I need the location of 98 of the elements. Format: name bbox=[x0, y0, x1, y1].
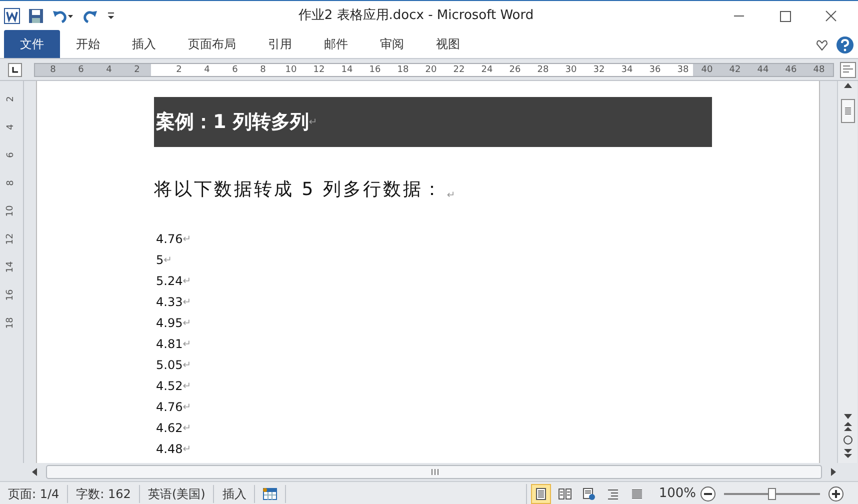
zoom-in-icon[interactable] bbox=[828, 486, 844, 502]
ruler-number: 36 bbox=[648, 64, 662, 76]
ruler-number: 20 bbox=[424, 64, 438, 76]
ruler-number: 46 bbox=[784, 64, 798, 76]
redo-icon[interactable] bbox=[82, 8, 98, 24]
data-value: 4.76 bbox=[156, 231, 183, 248]
ruler-number: 12 bbox=[312, 64, 326, 76]
ribbon-tab[interactable]: 开始 bbox=[60, 30, 116, 58]
scroll-down-icon[interactable] bbox=[842, 413, 852, 421]
paragraph-mark: ↵ bbox=[446, 189, 456, 203]
ruler-number: 18 bbox=[396, 64, 410, 76]
ruler-number: 18 bbox=[4, 317, 17, 329]
paragraph-mark: ↵ bbox=[182, 233, 192, 247]
heart-icon[interactable] bbox=[816, 39, 828, 51]
status-item[interactable]: 字数: 162 bbox=[68, 484, 140, 502]
ruler-number: 4 bbox=[4, 124, 17, 130]
view-ruler-icon[interactable] bbox=[840, 62, 856, 78]
scroll-left-icon[interactable] bbox=[30, 467, 40, 477]
ruler-number: 14 bbox=[4, 261, 17, 273]
ruler-number: 38 bbox=[676, 64, 690, 76]
tab-selector-icon[interactable] bbox=[8, 62, 22, 76]
ruler-number: 2 bbox=[4, 96, 17, 102]
ruler-number: 40 bbox=[700, 64, 714, 76]
data-value: 4.76 bbox=[156, 399, 183, 416]
data-value: 4.95 bbox=[156, 315, 183, 332]
ruler-number: 34 bbox=[620, 64, 634, 76]
ruler-number: 4 bbox=[105, 64, 113, 76]
data-value: 4.52 bbox=[156, 378, 183, 395]
data-value: 4.62 bbox=[156, 420, 183, 437]
zoom-out-icon[interactable] bbox=[700, 486, 716, 502]
ribbon-tab[interactable]: 页面布局 bbox=[172, 30, 252, 58]
status-item[interactable]: 英语(美国) bbox=[140, 484, 214, 502]
ribbon-tab[interactable]: 审阅 bbox=[364, 30, 420, 58]
heading-text: 案例：1 列转多列 bbox=[156, 110, 309, 135]
paragraph-mark: ↵ bbox=[182, 443, 192, 457]
subheading-text: 将以下数据转成 5 列多行数据： bbox=[154, 178, 443, 202]
help-icon[interactable] bbox=[836, 36, 854, 54]
status-item[interactable]: 页面: 1/4 bbox=[0, 484, 68, 502]
data-value: 5.05 bbox=[156, 357, 183, 374]
data-value: 4.81 bbox=[156, 336, 183, 353]
ruler-number: 6 bbox=[77, 64, 85, 76]
ruler-number: 48 bbox=[812, 64, 826, 76]
paragraph-mark: ↵ bbox=[182, 296, 192, 310]
data-value: 4.33 bbox=[156, 294, 183, 311]
ruler-number: 14 bbox=[340, 64, 354, 76]
paragraph-mark: ↵ bbox=[164, 254, 172, 268]
ribbon-tab[interactable]: 邮件 bbox=[308, 30, 364, 58]
ruler-number: 16 bbox=[368, 64, 382, 76]
ruler-number: 2 bbox=[133, 64, 141, 76]
paragraph-mark: ↵ bbox=[182, 401, 192, 415]
next-page-icon[interactable] bbox=[842, 447, 852, 459]
save-icon[interactable] bbox=[28, 8, 44, 24]
zoom-percent[interactable]: 100% bbox=[654, 484, 700, 504]
zoom-slider-thumb[interactable] bbox=[768, 488, 776, 500]
ruler-number: 10 bbox=[4, 205, 17, 217]
ruler-number: 6 bbox=[231, 64, 239, 76]
data-value: 4.48 bbox=[156, 441, 183, 458]
paragraph-mark: ↵ bbox=[182, 275, 192, 289]
status-item[interactable]: 插入 bbox=[214, 484, 256, 502]
ribbon-tab[interactable]: 引用 bbox=[252, 30, 308, 58]
ruler-number: 6 bbox=[4, 152, 17, 158]
paragraph-mark: ↵ bbox=[182, 359, 192, 373]
data-value: 5.24 bbox=[156, 273, 183, 290]
print-layout-icon[interactable] bbox=[530, 484, 551, 504]
ribbon-tab[interactable]: 插入 bbox=[116, 30, 172, 58]
ruler-number: 44 bbox=[756, 64, 770, 76]
ruler-number: 4 bbox=[203, 64, 211, 76]
browse-object-icon[interactable] bbox=[842, 433, 854, 447]
ruler-number: 22 bbox=[452, 64, 466, 76]
ruler-number: 12 bbox=[4, 233, 17, 245]
macro-recording-icon[interactable] bbox=[263, 488, 278, 500]
ruler-number: 10 bbox=[284, 64, 298, 76]
ruler-number: 8 bbox=[259, 64, 267, 76]
ruler-number: 24 bbox=[480, 64, 494, 76]
ruler-number: 28 bbox=[536, 64, 550, 76]
window-title: 作业2 表格应用.docx - Microsoft Word bbox=[297, 7, 535, 26]
paragraph-mark: ↵ bbox=[182, 380, 192, 394]
ruler-number: 8 bbox=[4, 180, 17, 186]
word-icon[interactable] bbox=[4, 8, 20, 24]
scroll-thumb[interactable] bbox=[46, 465, 822, 479]
paragraph-mark: ↵ bbox=[182, 338, 192, 352]
scroll-thumb[interactable] bbox=[840, 99, 854, 123]
ruler-number: 8 bbox=[49, 64, 57, 76]
ruler-number: 16 bbox=[4, 289, 17, 301]
ruler-number: 2 bbox=[175, 64, 183, 76]
ribbon-tab[interactable]: 视图 bbox=[420, 30, 476, 58]
paragraph-mark: ↵ bbox=[308, 116, 318, 130]
ruler-number: 42 bbox=[728, 64, 742, 76]
previous-page-icon[interactable] bbox=[842, 421, 852, 433]
ruler-number: 30 bbox=[564, 64, 578, 76]
ribbon-tab[interactable]: 文件 bbox=[4, 30, 60, 58]
undo-icon[interactable] bbox=[52, 8, 74, 24]
paragraph-mark: ↵ bbox=[182, 317, 192, 331]
data-value: 5 bbox=[156, 252, 164, 269]
scroll-right-icon[interactable] bbox=[828, 467, 838, 477]
ruler-number: 26 bbox=[508, 64, 522, 76]
paragraph-mark: ↵ bbox=[182, 422, 192, 436]
ruler-number: 32 bbox=[592, 64, 606, 76]
